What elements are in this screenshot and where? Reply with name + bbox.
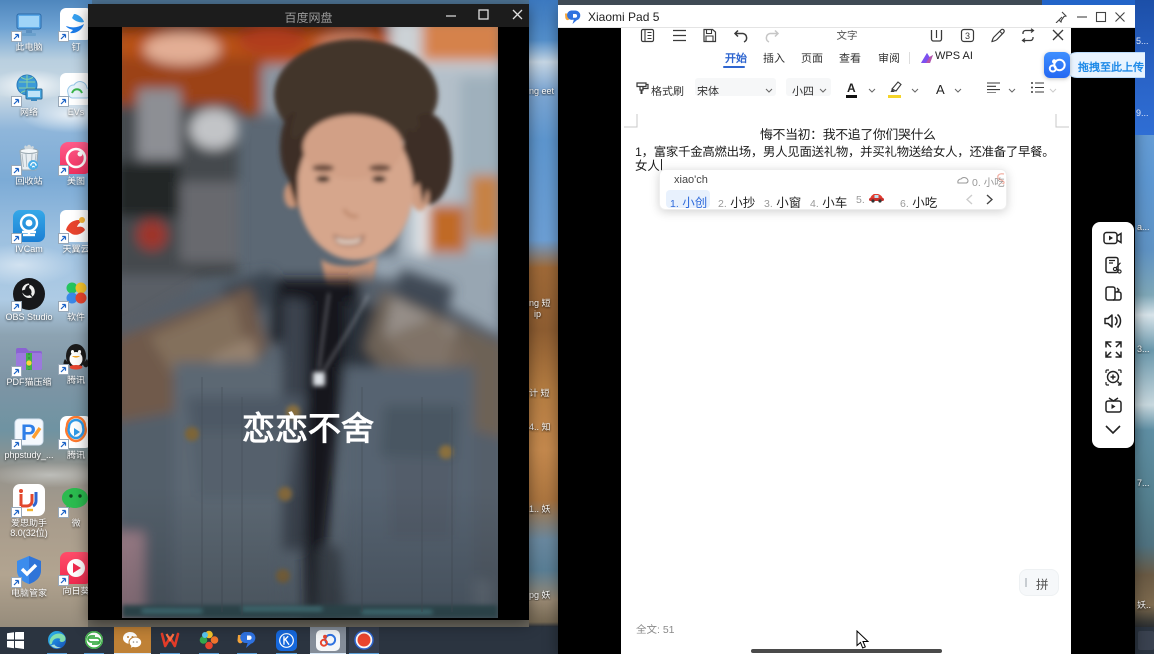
- svg-text:3: 3: [965, 31, 970, 41]
- svg-text:恋恋不舍: 恋恋不舍: [242, 402, 374, 450]
- svg-text:P: P: [21, 420, 36, 445]
